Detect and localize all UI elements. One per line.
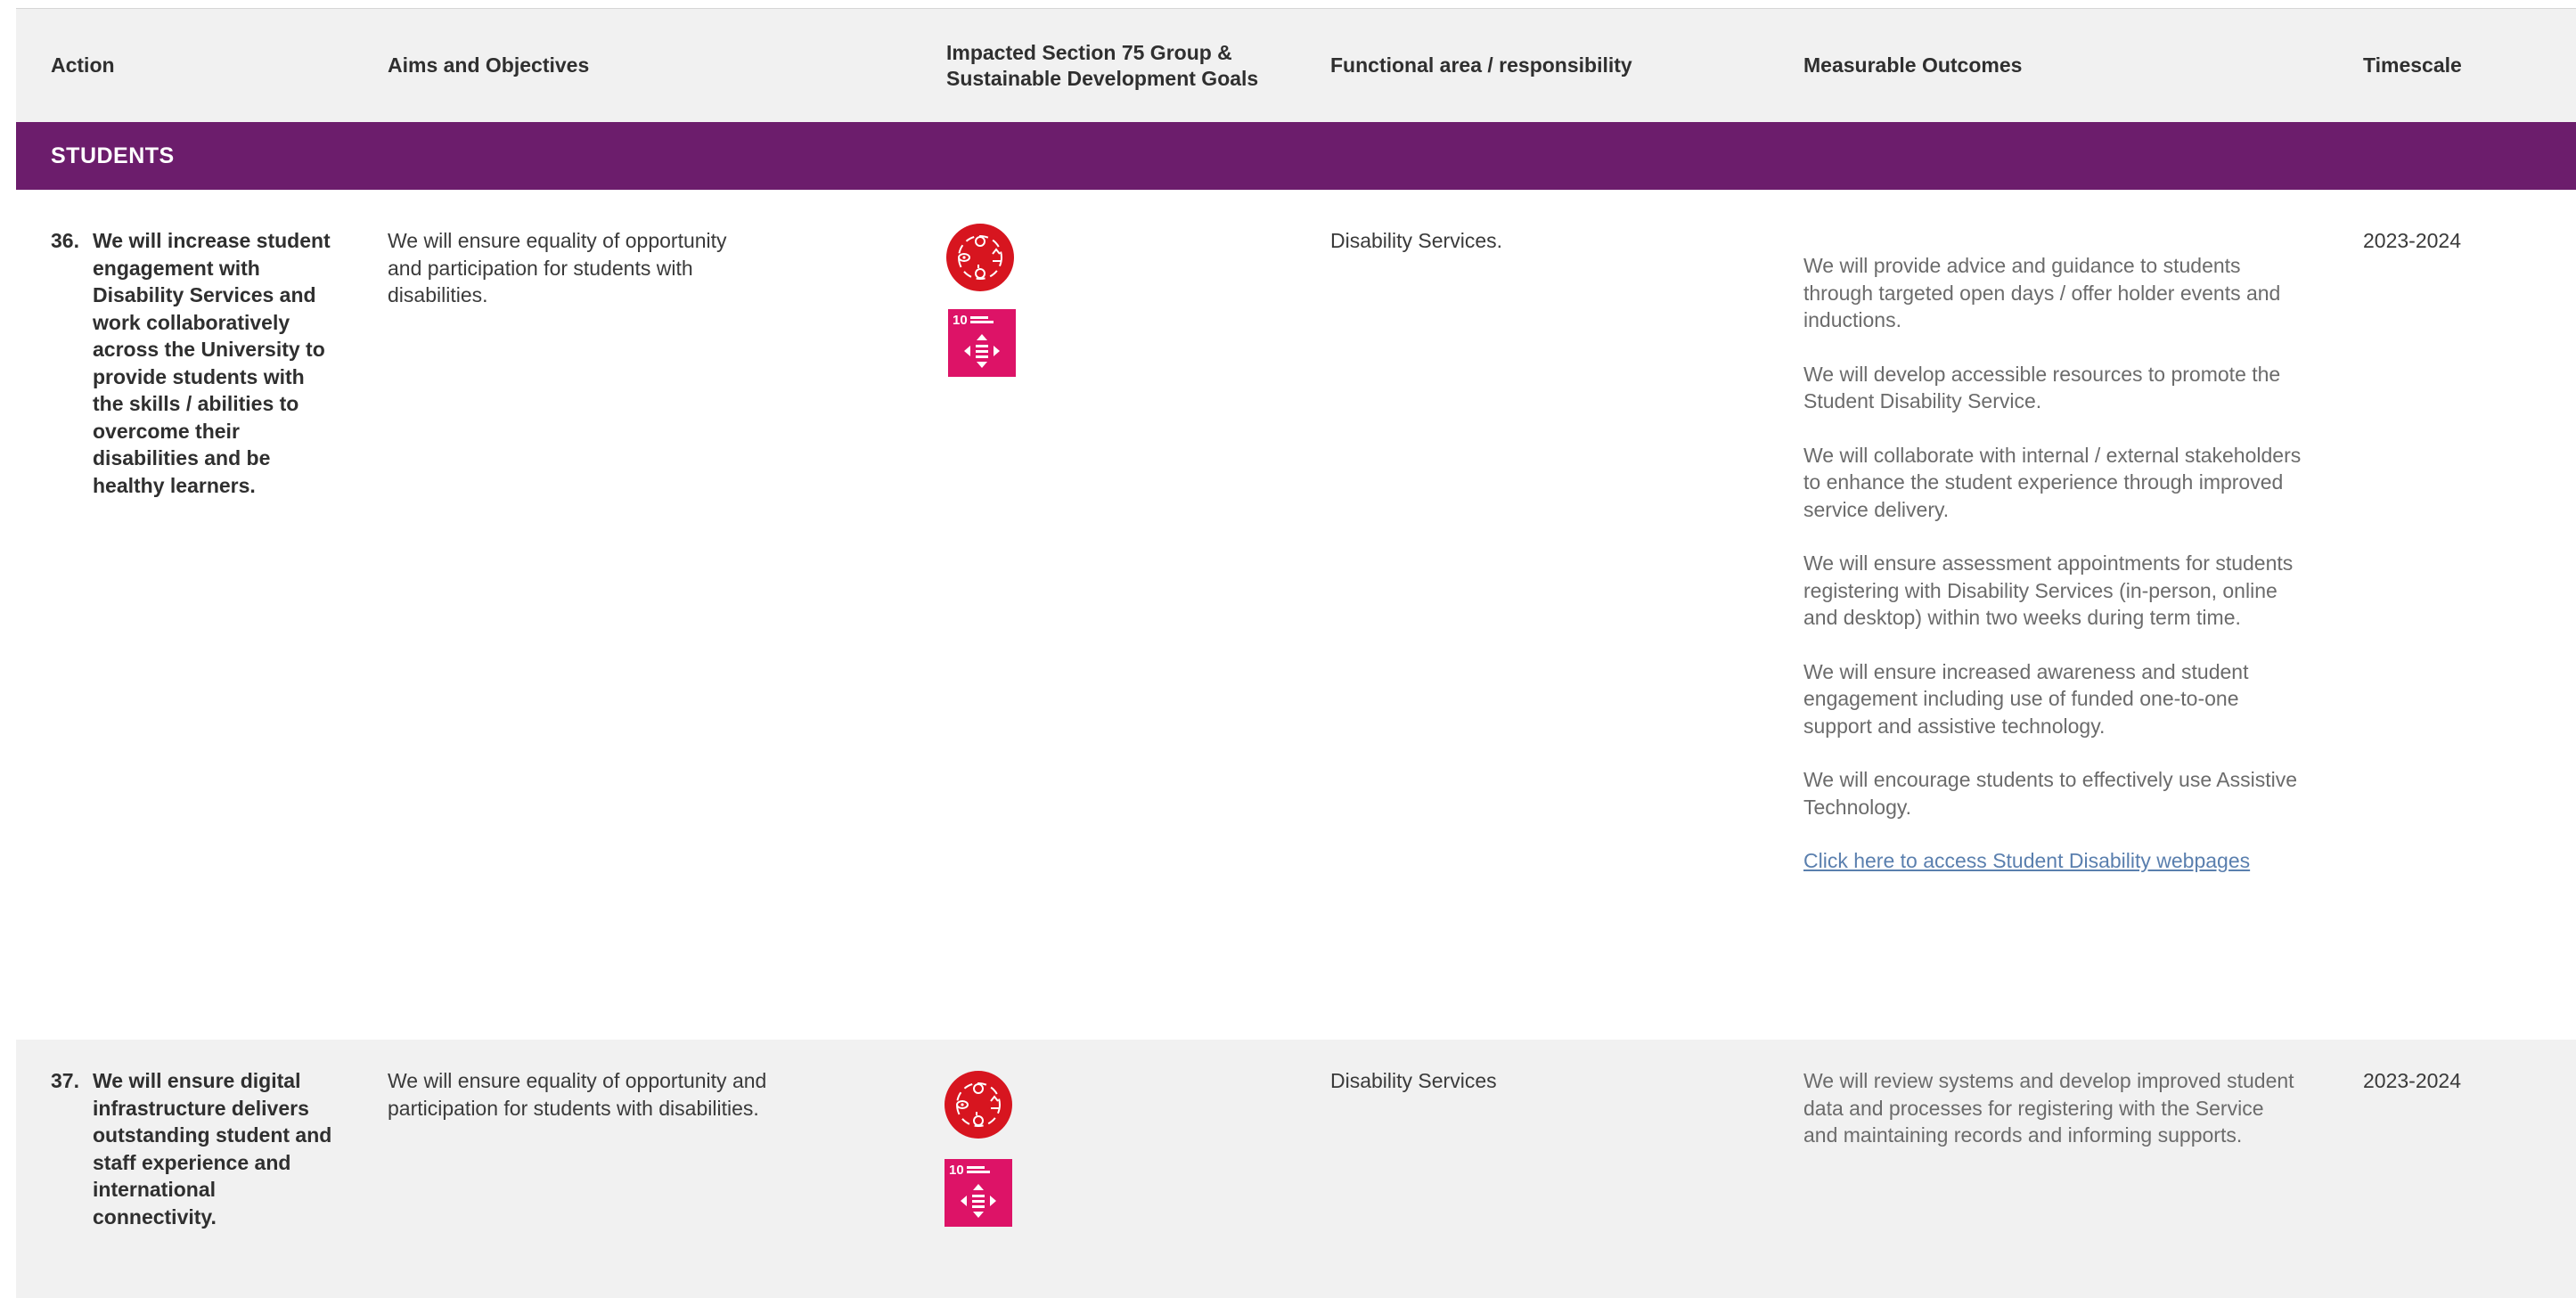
timescale-text: 2023-2024 xyxy=(2363,1069,2461,1092)
functional-area-text: Disability Services xyxy=(1330,1069,1497,1092)
outcome-item: We will collaborate with internal / exte… xyxy=(1803,443,2302,521)
equality-action-table: Action Aims and Objectives Impacted Sect… xyxy=(16,9,2576,1298)
disability-section75-icon xyxy=(945,1071,1012,1139)
action-number: 36. xyxy=(51,229,79,252)
action-number: 37. xyxy=(51,1069,79,1092)
header-outcomes: Measurable Outcomes xyxy=(1803,53,2023,77)
section-label: STUDENTS xyxy=(51,143,175,168)
table-row: 37. We will ensure digital infrastructur… xyxy=(16,1040,2576,1298)
measurable-outcomes: We will review systems and develop impro… xyxy=(1803,1067,2302,1176)
aims-text: We will ensure equality of opportunity a… xyxy=(388,229,727,306)
action-text: We will increase student engagement with… xyxy=(93,229,331,497)
svg-text:10: 10 xyxy=(949,1163,964,1178)
header-impacted: Impacted Section 75 Group & Sustainable … xyxy=(946,9,1258,122)
outcome-item: We will ensure assessment appointments f… xyxy=(1803,551,2294,629)
header-impacted-line2: Sustainable Development Goals xyxy=(946,66,1259,90)
outcome-item: We will review systems and develop impro… xyxy=(1803,1069,2294,1147)
table-row: 36. We will increase student engagement … xyxy=(16,190,2576,1041)
header-action: Action xyxy=(51,53,115,77)
sdg-10-reduced-inequalities-icon: 10 xyxy=(948,309,1016,377)
outcome-item: We will develop accessible resources to … xyxy=(1803,362,2281,413)
measurable-outcomes: We will provide advice and guidance to s… xyxy=(1803,252,2302,902)
header-aims: Aims and Objectives xyxy=(388,53,590,77)
sdg-10-reduced-inequalities-icon: 10 xyxy=(945,1159,1012,1227)
header-functional: Functional area / responsibility xyxy=(1330,53,1632,77)
outcome-item: We will ensure increased awareness and s… xyxy=(1803,659,2249,738)
timescale-text: 2023-2024 xyxy=(2363,229,2461,252)
disability-section75-icon xyxy=(946,224,1014,291)
action-text: We will ensure digital infrastructure de… xyxy=(93,1069,332,1229)
svg-text:10: 10 xyxy=(953,313,968,328)
header-impacted-line1: Impacted Section 75 Group & xyxy=(946,40,1232,64)
outcome-item: We will provide advice and guidance to s… xyxy=(1803,254,2281,331)
header-timescale: Timescale xyxy=(2363,53,2462,77)
table-header-row: Action Aims and Objectives Impacted Sect… xyxy=(16,9,2576,122)
aims-text: We will ensure equality of opportunity a… xyxy=(388,1069,767,1120)
functional-area-text: Disability Services. xyxy=(1330,229,1502,252)
outcome-item: We will encourage students to effectivel… xyxy=(1803,768,2297,819)
student-disability-link[interactable]: Click here to access Student Disability … xyxy=(1803,849,2250,872)
section-band-students: STUDENTS xyxy=(16,122,2576,190)
